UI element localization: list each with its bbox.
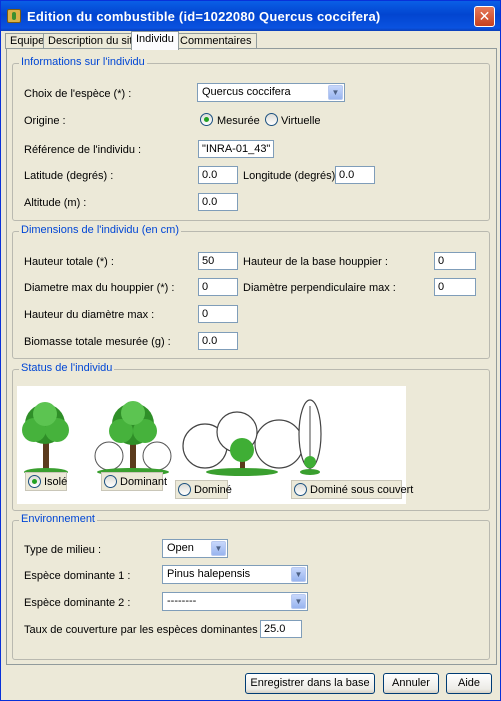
origin-measured-label: Mesurée — [217, 115, 260, 127]
longitude-label: Longitude (degrés) : — [243, 170, 342, 182]
status-radio-understory[interactable] — [294, 483, 307, 496]
title-bar: Edition du combustible (id=1022080 Querc… — [1, 1, 500, 31]
reference-label: Référence de l'individu : — [24, 144, 142, 156]
crown-diameter-label: Diametre max du houppier (*) : — [24, 282, 175, 294]
group-title: Informations sur l'individu — [19, 56, 147, 68]
max-diameter-height-label: Hauteur du diamètre max : — [24, 309, 155, 321]
origin-label: Origine : — [24, 115, 66, 127]
dominant-species-1-value: Pinus halepensis — [167, 568, 251, 580]
status-radio-dominant[interactable] — [104, 475, 117, 488]
perp-diameter-label: Diamètre perpendiculaire max : — [243, 282, 396, 294]
status-option-isolated[interactable]: Isolé — [25, 472, 67, 491]
biomass-input[interactable]: 0.0 — [198, 332, 238, 350]
chevron-down-icon[interactable]: ▼ — [211, 541, 226, 556]
species-select[interactable]: Quercus coccifera ▼ — [197, 83, 345, 102]
dominated-tree-icon — [182, 411, 304, 476]
crown-diameter-input[interactable]: 0 — [198, 278, 238, 296]
status-label-dominated: Dominé — [194, 484, 232, 496]
origin-virtual-label: Virtuelle — [281, 115, 321, 127]
crown-base-input[interactable]: 0 — [434, 252, 476, 270]
status-option-dominated[interactable]: Dominé — [175, 480, 232, 499]
status-radio-isolated[interactable] — [28, 475, 41, 488]
cover-rate-label: Taux de couverture par les espèces domin… — [24, 624, 284, 636]
cancel-button[interactable]: Annuler — [383, 673, 439, 694]
reference-input[interactable]: "INRA-01_43" — [198, 140, 274, 158]
latitude-input[interactable]: 0.0 — [198, 166, 238, 184]
dominant-species-2-select[interactable]: -------- ▼ — [162, 592, 308, 611]
understory-tree-icon — [298, 399, 322, 475]
close-button[interactable]: ✕ — [474, 6, 495, 27]
status-radio-dominated[interactable] — [178, 483, 191, 496]
status-option-dominant[interactable]: Dominant — [101, 472, 167, 491]
dominant-tree-icon — [94, 401, 172, 476]
dominant-species-1-label: Espèce dominante 1 : — [24, 570, 131, 582]
altitude-input[interactable]: 0.0 — [198, 193, 238, 211]
tab-individu[interactable]: Individu — [131, 31, 179, 50]
altitude-label: Altitude (m) : — [24, 197, 87, 209]
height-total-input[interactable]: 50 — [198, 252, 238, 270]
tab-panel: Informations sur l'individu Choix de l'e… — [6, 48, 497, 665]
crown-base-label: Hauteur de la base houppier : — [243, 256, 388, 268]
dominant-species-1-select[interactable]: Pinus halepensis ▼ — [162, 565, 308, 584]
chevron-down-icon[interactable]: ▼ — [291, 594, 306, 609]
help-button[interactable]: Aide — [446, 673, 492, 694]
species-select-value: Quercus coccifera — [202, 86, 291, 98]
window-title: Edition du combustible (id=1022080 Querc… — [27, 9, 381, 24]
environment-group: Environnement — [12, 513, 490, 660]
status-label-understory: Dominé sous couvert — [310, 484, 414, 496]
tab-description-site[interactable]: Description du site — [43, 33, 144, 49]
origin-virtual-radio[interactable] — [265, 113, 278, 126]
origin-measured-radio[interactable] — [200, 113, 213, 126]
biomass-label: Biomasse totale mesurée (g) : — [24, 336, 171, 348]
chevron-down-icon[interactable]: ▼ — [328, 85, 343, 100]
milieu-select-value: Open — [167, 542, 194, 554]
dominant-species-2-label: Espèce dominante 2 : — [24, 597, 131, 609]
species-label: Choix de l'espèce (*) : — [24, 88, 132, 100]
dominant-species-2-value: -------- — [167, 595, 197, 607]
fuel-app-icon — [7, 9, 21, 23]
max-diameter-height-input[interactable]: 0 — [198, 305, 238, 323]
status-label-isolated: Isolé — [44, 476, 68, 488]
group-title: Status de l'individu — [19, 362, 115, 374]
chevron-down-icon[interactable]: ▼ — [291, 567, 306, 582]
perp-diameter-input[interactable]: 0 — [434, 278, 476, 296]
height-total-label: Hauteur totale (*) : — [24, 256, 114, 268]
group-title: Environnement — [19, 513, 97, 525]
tab-commentaires[interactable]: Commentaires — [175, 33, 257, 49]
milieu-label: Type de milieu : — [24, 544, 102, 556]
longitude-input[interactable]: 0.0 — [335, 166, 375, 184]
milieu-select[interactable]: Open ▼ — [162, 539, 228, 558]
group-title: Dimensions de l'individu (en cm) — [19, 224, 181, 236]
cover-rate-input[interactable]: 25.0 — [260, 620, 302, 638]
status-option-understory[interactable]: Dominé sous couvert — [291, 480, 413, 499]
save-to-database-button[interactable]: Enregistrer dans la base — [245, 673, 375, 694]
dialog-window: Edition du combustible (id=1022080 Querc… — [0, 0, 501, 701]
status-label-dominant: Dominant — [120, 476, 168, 488]
latitude-label: Latitude (degrés) : — [24, 170, 114, 182]
isolated-tree-icon — [22, 402, 69, 476]
